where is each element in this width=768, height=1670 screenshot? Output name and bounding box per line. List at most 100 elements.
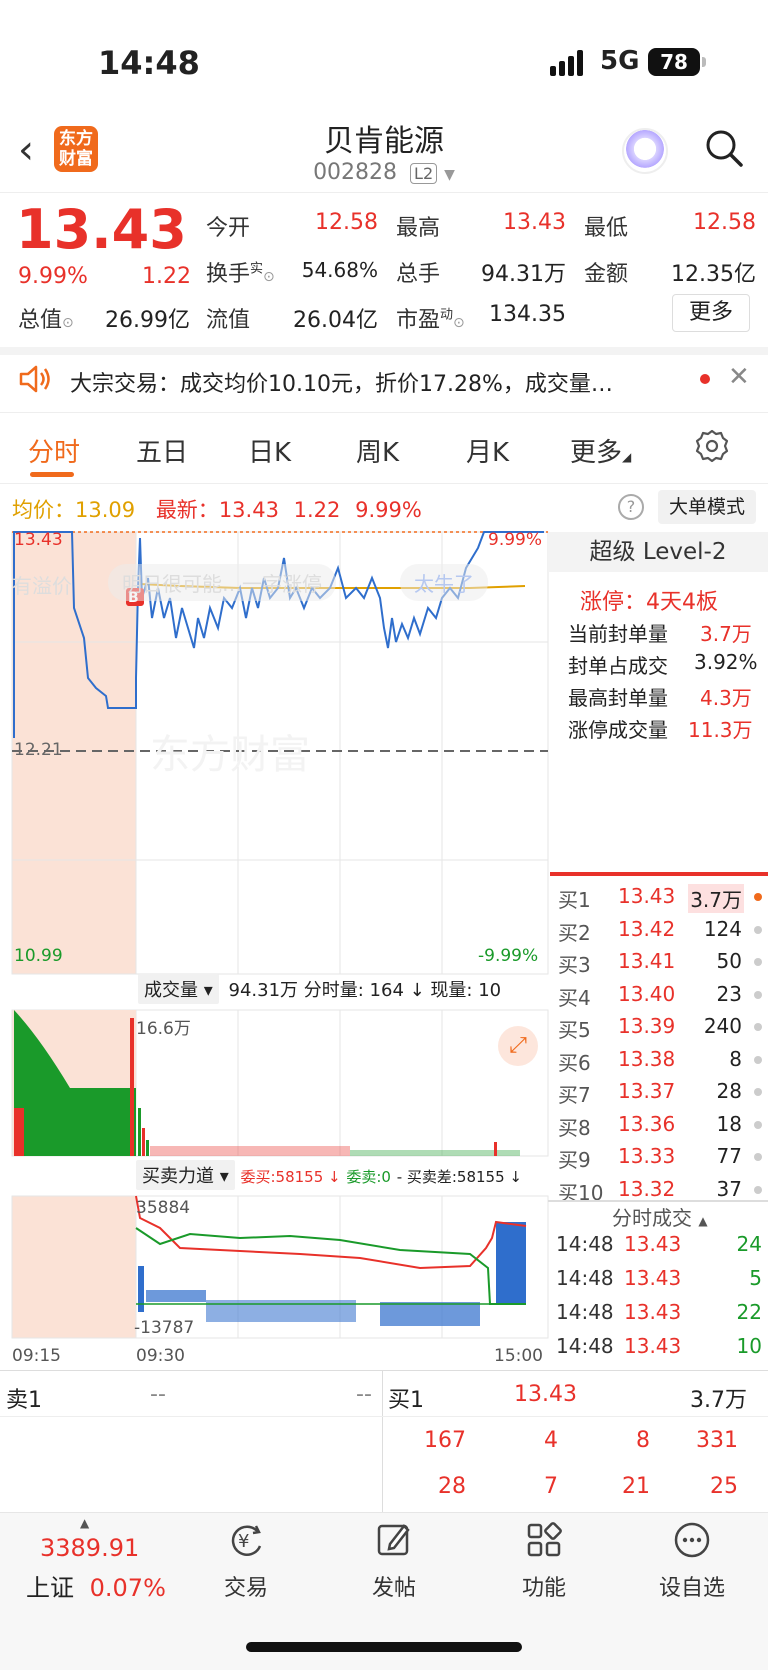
- volume-label: 总手: [396, 262, 441, 287]
- tick-vol: 22: [736, 1300, 762, 1324]
- close-icon[interactable]: ✕: [728, 362, 750, 392]
- edit-icon: [377, 1524, 410, 1556]
- avg-price-info: 均价：13.09 最新：13.43 1.22 9.99%: [12, 498, 422, 522]
- buy1-price: 13.43: [514, 1382, 577, 1407]
- level2-title[interactable]: 超级 Level-2: [548, 532, 768, 572]
- tick-time: 14:48: [556, 1232, 614, 1256]
- chevron-down-icon: ▼: [444, 167, 455, 183]
- bid-vol: 77: [716, 1144, 742, 1168]
- bid-row[interactable]: 买2 13.42 124: [556, 917, 762, 949]
- float-value: 26.04亿: [293, 308, 378, 333]
- volume-header: 成交量 ▾ 94.31万 分时量: 164 ↓ 现量: 10: [138, 974, 501, 1004]
- signal-icon: [550, 50, 583, 76]
- overlay-comment-right: 太牛了: [400, 564, 488, 601]
- mktcap-value: 26.99亿: [105, 308, 190, 333]
- ticks-title[interactable]: 分时成交 ▲: [612, 1202, 708, 1231]
- l2-label: 当前封单量: [568, 622, 668, 646]
- bid-row[interactable]: 买7 13.37 28: [556, 1079, 762, 1111]
- bid-row[interactable]: 买9 13.33 77: [556, 1144, 762, 1176]
- sell1-label: 卖1: [6, 1388, 42, 1413]
- more-button[interactable]: 更多: [672, 294, 750, 332]
- change-amount: 1.22: [142, 264, 191, 289]
- nav-post[interactable]: 发帖: [334, 1520, 454, 1602]
- l2-value: 3.7万: [700, 622, 752, 646]
- sell1-price: --: [150, 1382, 166, 1407]
- apps-icon: [527, 1522, 562, 1557]
- amount-value: 12.35亿: [671, 262, 756, 287]
- volume-info: 94.31万 分时量: 164 ↓ 现量: 10: [228, 980, 502, 1001]
- nav-trade[interactable]: ¥ 交易: [186, 1520, 306, 1602]
- bid-row[interactable]: 买5 13.39 240: [556, 1014, 762, 1046]
- sell1-vol: --: [356, 1382, 372, 1407]
- tick-vol: 10: [736, 1334, 762, 1358]
- bid-row[interactable]: 买1 13.43 3.7万: [556, 884, 762, 916]
- tab-five-day[interactable]: 五日: [136, 432, 188, 469]
- queue-cell: 331: [696, 1428, 738, 1453]
- order-queue-table: [0, 1370, 768, 1512]
- bid-price: 13.38: [618, 1046, 676, 1071]
- queue-cell: 7: [544, 1474, 558, 1499]
- bid-row[interactable]: 买8 13.36 18: [556, 1112, 762, 1144]
- l2-value: 3.92%: [694, 650, 758, 674]
- l2-label: 封单占成交: [568, 654, 668, 678]
- bid-vol: 240: [703, 1014, 742, 1038]
- bottom-price-label: 10.99: [14, 946, 63, 966]
- help-icon[interactable]: ?: [618, 494, 644, 520]
- bid-price: 13.32: [618, 1176, 676, 1201]
- unread-dot: [700, 374, 710, 384]
- nav-functions[interactable]: 功能: [484, 1520, 604, 1602]
- open-label: 今开: [206, 216, 251, 241]
- expand-icon[interactable]: ⤢: [498, 1026, 538, 1066]
- info-icon: ⊙: [62, 315, 74, 331]
- search-icon[interactable]: [704, 128, 744, 168]
- bid-row[interactable]: 买6 13.38 8: [556, 1047, 762, 1079]
- tab-more[interactable]: 更多◢: [570, 432, 631, 469]
- info-icon: ⊙: [453, 315, 465, 331]
- bid-label: 买1: [558, 888, 591, 912]
- force-dropdown[interactable]: 买卖力道 ▾: [136, 1160, 235, 1190]
- bid-label: 买4: [558, 985, 591, 1010]
- bid-label: 买6: [558, 1050, 591, 1075]
- tab-monthly-k[interactable]: 月K: [466, 432, 509, 469]
- bid-label: 买3: [558, 953, 591, 977]
- bid-row[interactable]: 买4 13.40 23: [556, 982, 762, 1014]
- bid-label: 买9: [558, 1148, 591, 1172]
- mktcap-label: 总值⊙: [18, 308, 74, 333]
- speaker-icon: [19, 365, 50, 393]
- bid-price: 13.39: [618, 1014, 676, 1038]
- nav-add-watchlist[interactable]: 设自选: [632, 1520, 752, 1602]
- tick-price: 13.43: [624, 1300, 682, 1324]
- volume-dropdown[interactable]: 成交量 ▾: [138, 974, 219, 1004]
- queue-cell: 167: [424, 1428, 466, 1453]
- big-order-mode-button[interactable]: 大单模式: [658, 490, 756, 524]
- assistant-robot-icon[interactable]: [622, 128, 668, 174]
- bid-dot: [754, 925, 762, 934]
- gear-icon[interactable]: [694, 428, 730, 464]
- queue-cell: 4: [544, 1428, 558, 1453]
- index-value[interactable]: 3389.91: [40, 1534, 139, 1562]
- index-row[interactable]: 上证 0.07%: [26, 1568, 166, 1603]
- time-start: 09:15: [12, 1346, 61, 1366]
- high-label: 最高: [396, 216, 441, 241]
- notice-text[interactable]: 大宗交易：成交均价10.10元，折价17.28%，成交量…: [70, 366, 670, 398]
- more-dots-icon: [674, 1522, 710, 1558]
- bid-dot: [754, 1023, 762, 1031]
- amount-label: 金额: [584, 262, 629, 287]
- l2-value: 11.3万: [688, 718, 753, 742]
- intraday-chart[interactable]: 东方财富: [0, 528, 550, 1370]
- bid-row[interactable]: 买3 13.41 50: [556, 949, 762, 981]
- float-label: 流值: [206, 308, 251, 333]
- bid-price: 13.41: [618, 949, 676, 973]
- tab-intraday[interactable]: 分时: [28, 432, 80, 469]
- force-header: 买卖力道 ▾ 委买:58155 ↓ 委卖:0 - 买卖差:58155 ↓: [136, 1160, 522, 1190]
- tick-vol: 5: [749, 1266, 762, 1290]
- bid-dot: [754, 1120, 762, 1129]
- tab-daily-k[interactable]: 日K: [248, 432, 291, 469]
- status-bar: 14:48 5G 78: [0, 0, 768, 110]
- force-min-label: -13787: [134, 1318, 195, 1338]
- index-name: 上证: [26, 1574, 74, 1602]
- buy-force-line: [135, 1195, 527, 1270]
- tab-weekly-k[interactable]: 周K: [356, 432, 399, 469]
- queue-cell: 21: [622, 1474, 650, 1499]
- bid-label: 买5: [558, 1018, 591, 1042]
